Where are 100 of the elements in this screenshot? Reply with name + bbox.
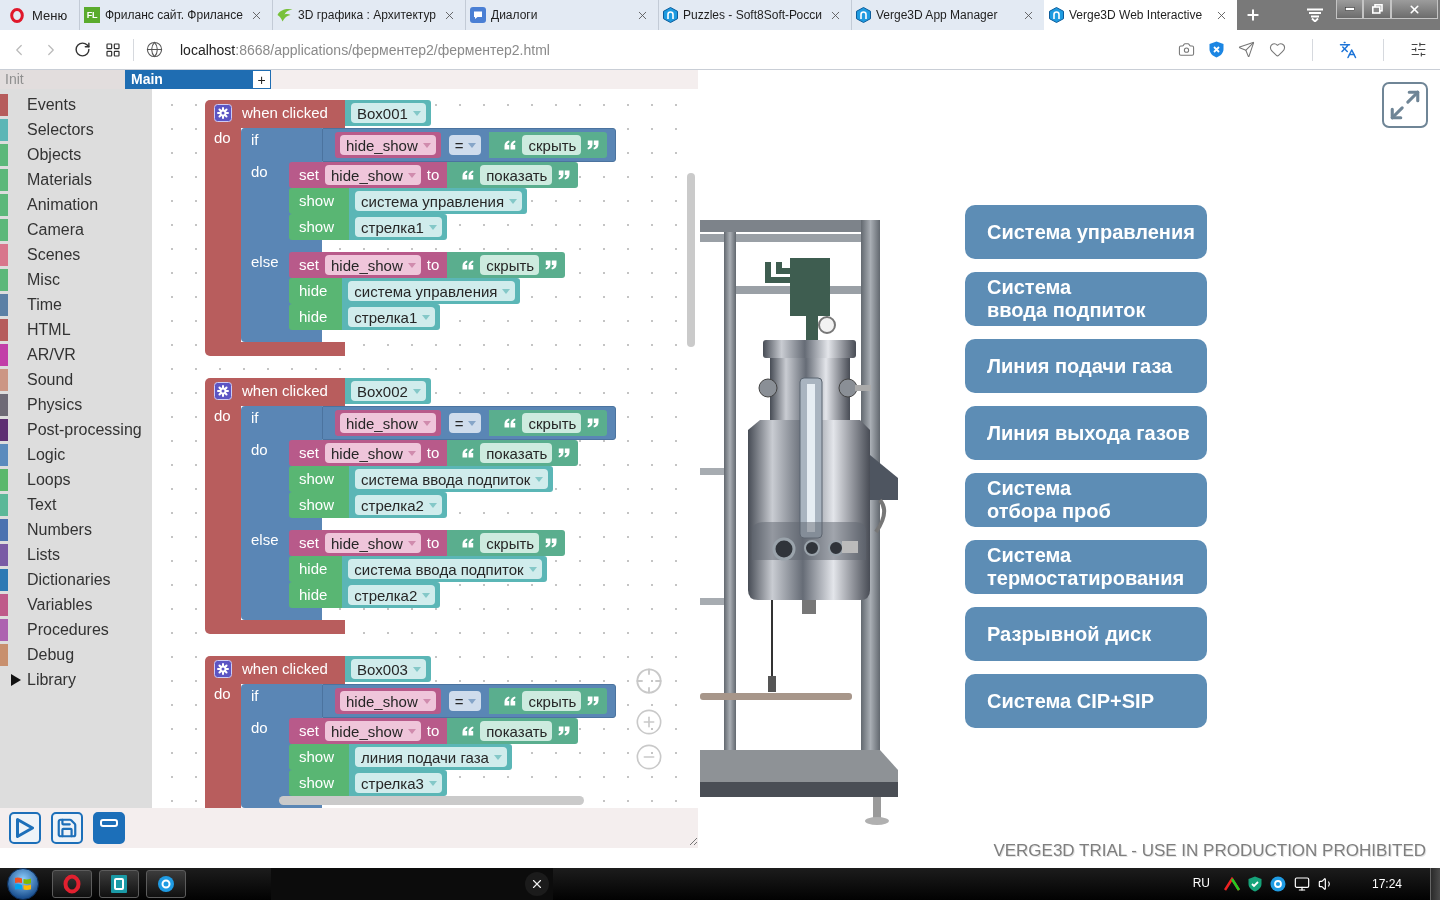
vertical-scrollbar[interactable] (687, 173, 695, 347)
dropdown-field[interactable]: = (448, 691, 482, 711)
if-block[interactable]: if hide_show = скрыть do set hide_show to показать show система управления show стрелка1 else set hide_show to скрыть hide система управления hide стрелка1 (241, 128, 617, 342)
text-field[interactable]: показать (480, 165, 553, 185)
category-item[interactable]: Lists (0, 542, 152, 567)
category-item[interactable]: Events (0, 92, 152, 117)
fullscreen-button[interactable] (1382, 82, 1428, 128)
camera-icon[interactable] (1178, 41, 1195, 58)
category-item[interactable]: HTML (0, 317, 152, 342)
object-block[interactable]: система ввода подпиток (342, 556, 547, 582)
category-item[interactable]: Loops (0, 467, 152, 492)
event-block[interactable]: when clicked Box003 do if hide_show = скрыть do set hide_show to показать show линия подачи газа show стрелка3 (205, 656, 617, 808)
text-block[interactable]: показать (447, 162, 579, 188)
horizontal-scrollbar[interactable] (279, 796, 584, 805)
category-item[interactable]: Text (0, 492, 152, 517)
dropdown-field[interactable]: hide_show (340, 413, 436, 433)
dropdown-field[interactable]: стрелка1 (355, 217, 442, 237)
language-indicator[interactable]: RU (1192, 876, 1210, 890)
if-block[interactable]: if hide_show = скрыть do set hide_show to показать show линия подачи газа show стрелка3 (241, 684, 617, 808)
set-variable-block[interactable]: set hide_show to (289, 440, 448, 466)
editor-tab[interactable]: Main (125, 70, 252, 89)
clock[interactable]: 17:24 (1371, 877, 1402, 891)
category-item[interactable]: Physics (0, 392, 152, 417)
category-item[interactable]: Animation (0, 192, 152, 217)
dropdown-field[interactable]: hide_show (325, 533, 421, 553)
if-block[interactable]: if hide_show = скрыть do set hide_show to показать show система ввода подпиток show стрелка2 else set hide_show to скрыть hide система ввода подпиток hide стрелка2 (241, 406, 617, 620)
text-block[interactable]: скрыть (447, 252, 566, 278)
object-block[interactable]: Box001 (345, 100, 431, 126)
compare-block[interactable]: hide_show = скрыть (322, 684, 617, 718)
variable-block[interactable]: hide_show (335, 688, 441, 714)
dropdown-field[interactable]: система управления (348, 281, 516, 301)
event-block[interactable]: when clicked Box001 do if hide_show = скрыть do set hide_show to показать show система управления show стрелка1 else set hide_show to скрыть hide система управления hide стрелка1 (205, 100, 617, 356)
object-block[interactable]: стрелка1 (349, 214, 447, 240)
category-item[interactable]: Selectors (0, 117, 152, 142)
round-logo-icon[interactable] (1269, 876, 1286, 892)
add-tab-button[interactable]: + (252, 70, 271, 89)
sliders-icon[interactable] (1410, 41, 1427, 58)
dropdown-field[interactable]: hide_show (325, 255, 421, 275)
object-block[interactable]: система управления (342, 278, 521, 304)
category-item[interactable]: Post-processing (0, 417, 152, 442)
dropdown-field[interactable]: hide_show (340, 135, 436, 155)
dropdown-field[interactable]: hide_show (325, 721, 421, 741)
triangle-logo-icon[interactable] (1223, 877, 1240, 891)
text-field[interactable]: скрыть (522, 135, 582, 155)
shield-icon[interactable] (1247, 876, 1262, 892)
dropdown-field[interactable]: система ввода подпиток (355, 469, 549, 489)
compare-block[interactable]: hide_show = скрыть (322, 406, 617, 440)
object-block[interactable]: стрелка1 (342, 304, 441, 330)
object-block[interactable]: линия подачи газа (349, 744, 512, 770)
object-block[interactable]: система ввода подпиток (349, 466, 554, 492)
dropdown-field[interactable]: Box003 (351, 659, 426, 679)
set-variable-block[interactable]: set hide_show to (289, 718, 448, 744)
send-icon[interactable] (1238, 41, 1255, 58)
category-item[interactable]: Variables (0, 592, 152, 617)
text-block[interactable]: скрыть (489, 410, 608, 436)
category-item[interactable]: Time (0, 292, 152, 317)
text-field[interactable]: скрыть (480, 533, 540, 553)
dropdown-field[interactable]: = (448, 413, 482, 433)
close-button[interactable] (525, 872, 549, 896)
taskbar-app-button[interactable] (146, 870, 186, 898)
text-field[interactable]: показать (480, 443, 553, 463)
start-button[interactable] (7, 868, 39, 900)
category-item[interactable]: AR/VR (0, 342, 152, 367)
text-field[interactable]: скрыть (522, 413, 582, 433)
panel-toggle-button[interactable] (93, 812, 125, 844)
dropdown-field[interactable]: стрелка3 (355, 773, 442, 793)
dropdown-field[interactable]: система ввода подпиток (348, 559, 542, 579)
category-item[interactable]: Procedures (0, 617, 152, 642)
dropdown-field[interactable]: hide_show (340, 691, 436, 711)
object-block[interactable]: стрелка3 (349, 770, 447, 796)
dropdown-field[interactable]: стрелка1 (348, 307, 436, 327)
category-item[interactable]: Materials (0, 167, 152, 192)
reload-icon[interactable] (74, 41, 91, 58)
event-block[interactable]: when clicked Box002 do if hide_show = скрыть do set hide_show to показать show система ввода подпиток show стрелка2 else set hide_show to скрыть hide система ввода подпиток hide стрелка2 (205, 378, 617, 634)
dropdown-field[interactable]: линия подачи газа (355, 747, 507, 767)
resize-grip-icon[interactable] (689, 837, 698, 846)
category-item[interactable]: Dictionaries (0, 567, 152, 592)
globe-icon[interactable] (146, 41, 163, 58)
category-item[interactable]: Misc (0, 267, 152, 292)
run-button[interactable] (9, 812, 41, 844)
grid-icon[interactable] (105, 41, 121, 58)
taskbar-app-button[interactable] (99, 870, 139, 898)
category-item[interactable]: Objects (0, 142, 152, 167)
category-item[interactable]: Camera (0, 217, 152, 242)
heart-icon[interactable] (1269, 41, 1286, 58)
dropdown-field[interactable]: Box002 (351, 381, 426, 401)
text-block[interactable]: скрыть (489, 132, 608, 158)
show-desktop-button[interactable] (1430, 868, 1440, 900)
text-field[interactable]: показать (480, 721, 553, 741)
translate-icon[interactable] (1339, 40, 1357, 59)
object-block[interactable]: Box003 (345, 656, 431, 682)
dropdown-field[interactable]: стрелка2 (355, 495, 442, 515)
variable-block[interactable]: hide_show (335, 410, 441, 436)
minimize-button[interactable] (1336, 0, 1363, 19)
object-block[interactable]: система управления (349, 188, 528, 214)
network-icon[interactable] (1293, 876, 1310, 892)
category-item[interactable]: Scenes (0, 242, 152, 267)
text-block[interactable]: скрыть (447, 530, 566, 556)
object-block[interactable]: Box002 (345, 378, 431, 404)
menu-button[interactable]: Меню (0, 0, 79, 30)
